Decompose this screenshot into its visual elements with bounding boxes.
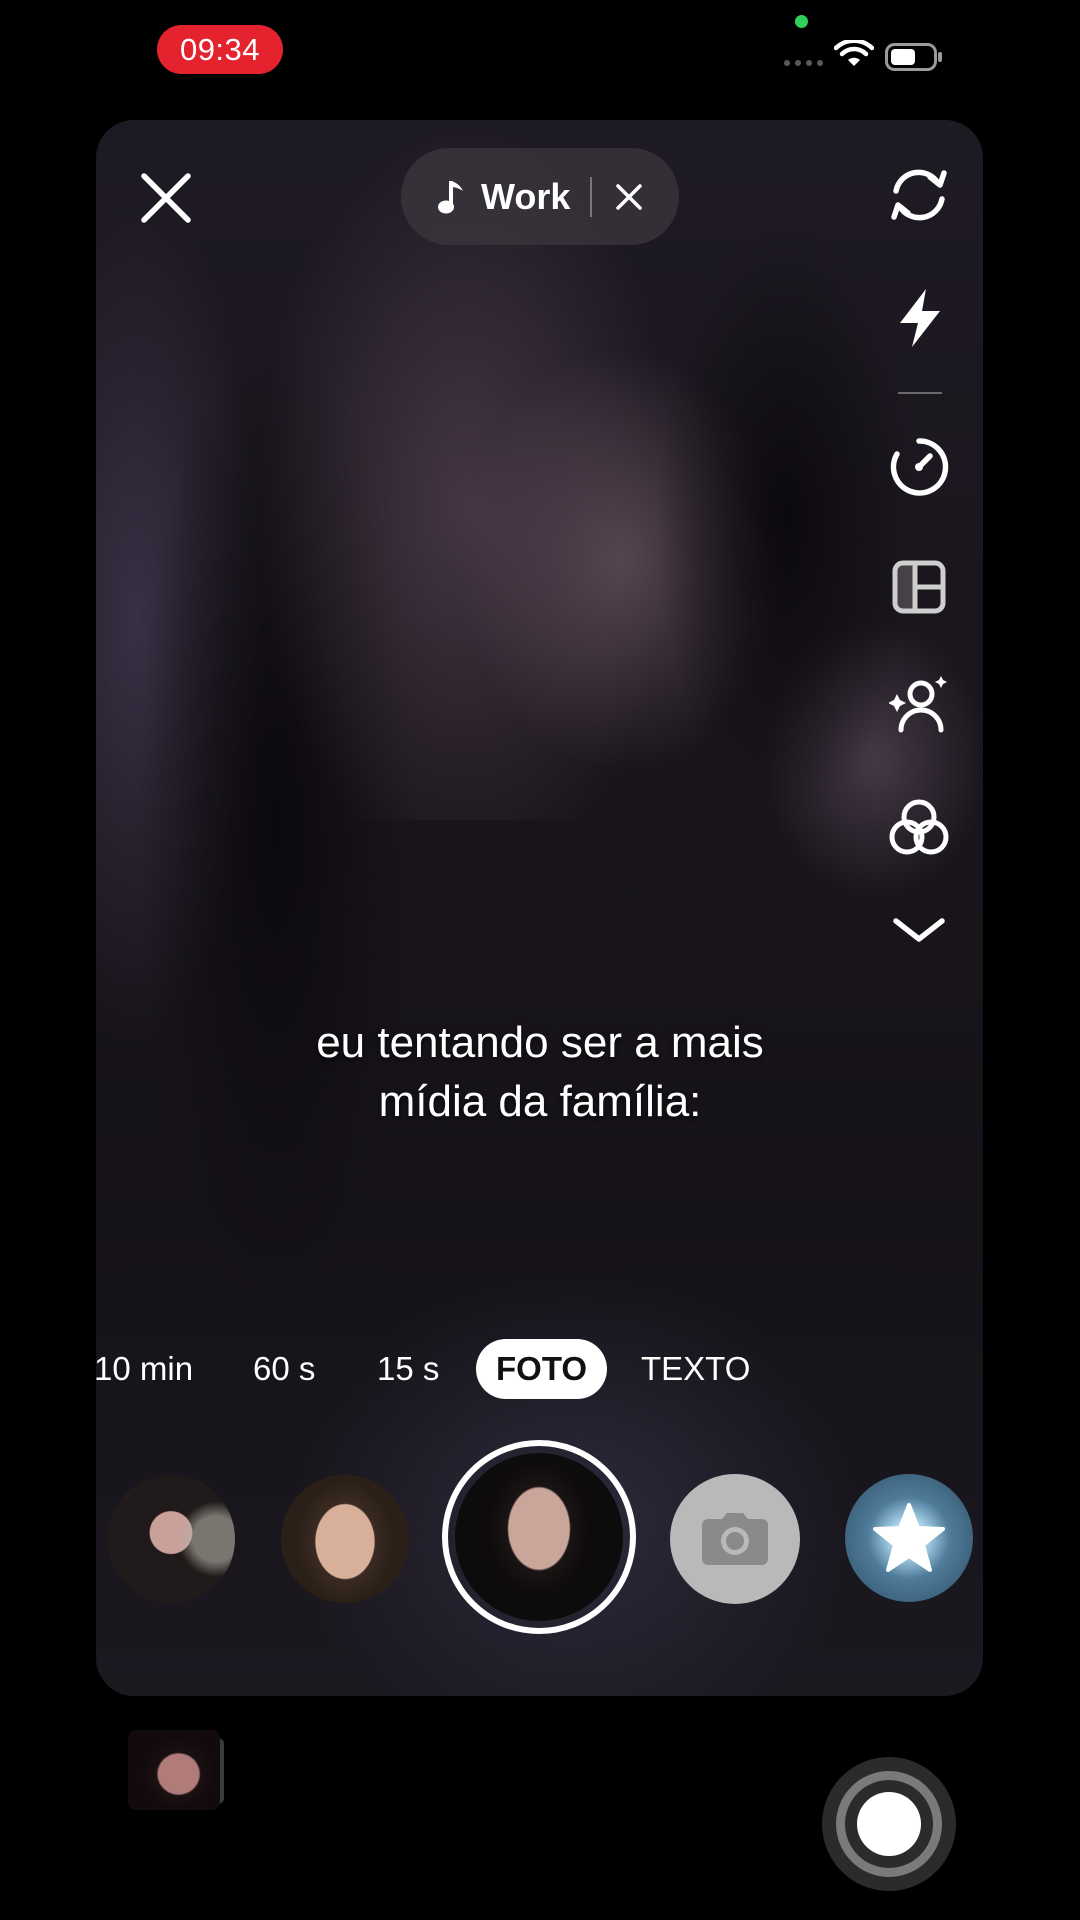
status-time: 09:34 — [157, 25, 283, 74]
flash-icon[interactable] — [884, 283, 954, 353]
star-icon — [873, 1503, 945, 1572]
camera-effect-button[interactable] — [670, 1474, 800, 1604]
shutter-inner — [857, 1792, 921, 1856]
battery-icon — [885, 43, 942, 71]
effect-thumbnail-1[interactable] — [107, 1475, 235, 1603]
close-icon[interactable] — [138, 170, 194, 226]
preview-shade — [656, 220, 916, 820]
toolbar-divider — [898, 392, 942, 394]
video-caption: eu tentando ser a mais mídia da família: — [0, 1013, 1080, 1131]
add-sound-button[interactable]: Work — [401, 148, 679, 245]
filters-circles-icon[interactable] — [884, 792, 954, 862]
cellular-signal-icon — [784, 60, 823, 66]
caption-line-2: mídia da família: — [378, 1077, 702, 1126]
mode-10-min[interactable]: 10 min — [94, 1339, 193, 1399]
effect-thumbnail-2[interactable] — [281, 1475, 409, 1603]
capture-mode-selector: 10 min 60 s 15 s FOTO TEXTO — [0, 1339, 1080, 1399]
music-note-icon — [438, 180, 463, 213]
gallery-thumbnail[interactable] — [128, 1730, 220, 1810]
remove-sound-icon[interactable] — [614, 182, 644, 212]
mode-15-s[interactable]: 15 s — [377, 1339, 439, 1399]
divider — [590, 176, 593, 217]
timer-icon[interactable] — [884, 432, 954, 502]
mode-foto[interactable]: FOTO — [476, 1339, 608, 1399]
beauty-person-sparkle-icon[interactable] — [884, 670, 954, 740]
wifi-icon — [834, 40, 874, 66]
chevron-down-icon[interactable] — [884, 895, 954, 965]
sound-title: Work — [481, 175, 571, 217]
layout-grid-icon[interactable] — [884, 552, 954, 622]
mode-texto[interactable]: TEXTO — [641, 1339, 750, 1399]
flip-camera-icon[interactable] — [884, 160, 954, 230]
effect-thumbnail-selected[interactable] — [455, 1453, 623, 1621]
camera-icon — [702, 1513, 768, 1565]
mode-60-s[interactable]: 60 s — [253, 1339, 315, 1399]
caption-line-1: eu tentando ser a mais — [316, 1018, 764, 1067]
camera-in-use-indicator — [795, 15, 808, 28]
star-effect-button[interactable] — [845, 1474, 973, 1602]
